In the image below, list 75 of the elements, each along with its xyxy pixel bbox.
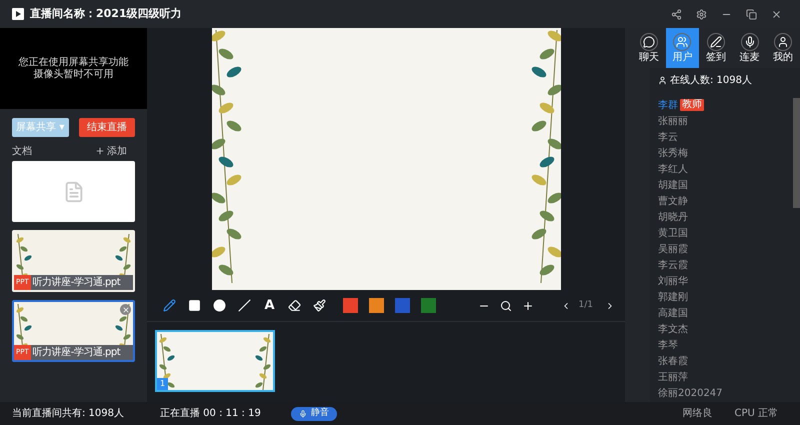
eraser-icon [288,299,301,312]
restore-icon[interactable] [746,8,757,20]
panel-tab[interactable]: 我的 [766,28,800,68]
teacher-badge: 教师 [680,99,704,111]
pen-icon [710,36,722,48]
leaf-decoration-drawing [157,332,177,390]
user-name[interactable]: 黄卫国 [658,226,688,240]
panel-tab[interactable]: 聊天 [632,28,666,68]
user-name[interactable]: 胡建国 [658,178,688,192]
brush-icon [313,299,326,312]
user-name[interactable]: 李琴 [658,338,678,352]
users-icon [676,36,688,48]
user-icon [658,76,667,84]
page-indicator: 1/1 [578,298,593,312]
user-name[interactable]: 徐丽2020247 [658,386,723,400]
leaf-decoration-drawing [14,302,34,345]
scrollbar[interactable] [793,98,800,208]
user-name[interactable]: 李群 [658,98,678,112]
zoom-in-icon[interactable] [522,300,534,312]
user-name[interactable]: 胡晓丹 [658,210,688,224]
user-icon [777,36,790,48]
line-icon [238,299,251,312]
user-name[interactable]: 李云霞 [658,258,688,272]
slide-number: 1 [157,378,168,390]
user-name[interactable]: 郭建刚 [658,290,688,304]
plus-icon [95,146,105,156]
leaf-decoration-drawing [253,332,273,390]
user-name[interactable]: 曹文静 [658,194,688,208]
mic-icon [298,410,307,418]
play-icon [12,8,24,20]
circle-icon [213,299,226,312]
video-message: 您正在使用屏幕共享功能 [18,56,128,68]
total-viewers: 当前直播间共有: 1098人 [12,406,125,421]
close-icon[interactable] [771,8,782,20]
user-name[interactable]: 李云 [658,130,678,144]
user-name[interactable]: 刘丽华 [658,274,688,288]
panel-tab[interactable]: 用户 [666,28,700,68]
window-title: 直播间名称：2021级四级听力 [30,6,182,22]
search-icon[interactable] [500,300,512,312]
cpu-status: CPU 正常 [734,406,778,421]
user-name[interactable]: 张春霞 [658,354,688,368]
user-name[interactable]: 李红人 [658,162,688,176]
user-name[interactable]: 王丽萍 [658,370,688,384]
settings-icon[interactable] [696,8,707,20]
color-swatch[interactable] [395,298,410,313]
pen-icon [163,299,176,312]
user-name[interactable]: 张丽丽 [658,114,688,128]
user-name[interactable]: 高建国 [658,306,688,320]
color-swatch[interactable] [343,298,358,313]
mute-button[interactable]: 静音 [290,406,337,420]
user-name[interactable]: 李文杰 [658,322,688,336]
square-icon [188,299,201,312]
online-count: 在线人数: 1098人 [670,74,752,88]
user-name[interactable]: 张秀梅 [658,146,688,160]
end-live-button[interactable]: 结束直播 [78,118,135,137]
network-status: 网络良 [682,406,712,421]
documents-label: 文档 [12,144,32,158]
color-swatch[interactable] [369,298,384,313]
chat-icon [642,36,655,48]
color-swatch[interactable] [421,298,436,313]
add-button[interactable]: 添加 [95,144,127,158]
user-name[interactable]: 吴丽霞 [658,242,688,256]
text-tool[interactable]: A [257,296,282,316]
share-icon[interactable] [671,8,682,20]
leaf-decoration-drawing [113,232,133,275]
slide-thumbnail[interactable]: 1 [155,330,275,392]
video-message: 摄像头暂时不可用 [34,68,114,80]
panel-tab[interactable]: 连麦 [732,28,766,68]
mic-icon [744,36,756,48]
document-name: 听力讲座-学习通.ppt [32,346,120,360]
document-name: 听力讲座-学习通.ppt [32,276,120,290]
panel-tab[interactable]: 签到 [699,28,733,68]
close-icon[interactable] [120,304,131,315]
live-timer: 正在直播 00 : 11 : 19 [160,406,261,421]
leaf-decoration-drawing [14,232,34,275]
